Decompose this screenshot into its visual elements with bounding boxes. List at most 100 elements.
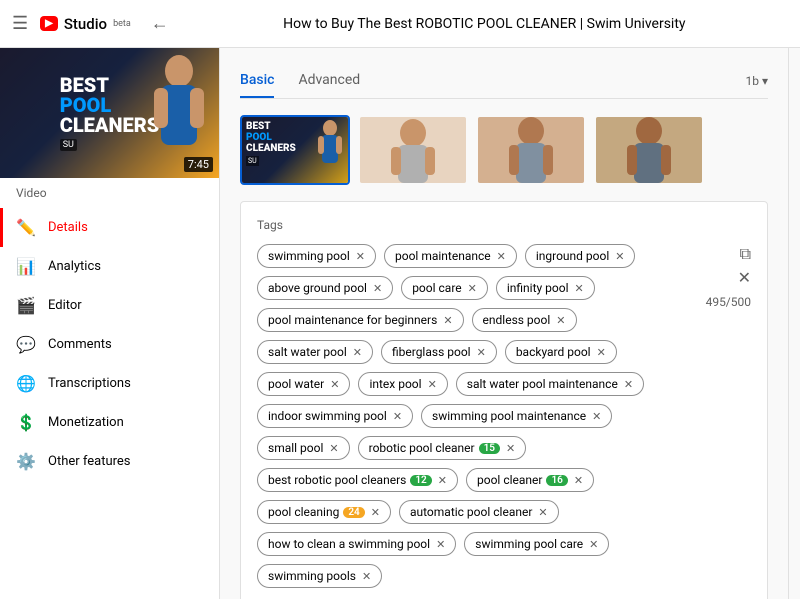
tag-text: swimming pool care <box>475 537 583 551</box>
tag-remove-button[interactable]: ✕ <box>575 282 584 295</box>
tag-item: small pool ✕ <box>257 436 350 460</box>
tag-remove-button[interactable]: ✕ <box>615 250 624 263</box>
thumbnail-4[interactable] <box>594 115 704 185</box>
tag-text: small pool <box>268 441 323 455</box>
page-title: How to Buy The Best ROBOTIC POOL CLEANER… <box>181 16 788 32</box>
tag-remove-button[interactable]: ✕ <box>597 346 606 359</box>
thumb-person-1 <box>316 119 344 175</box>
sidebar-editor-label: Editor <box>48 298 82 313</box>
analytics-icon: 📊 <box>16 257 36 276</box>
tag-text: pool cleaner <box>477 473 542 487</box>
sidebar-item-monetization[interactable]: 💲 Monetization <box>0 403 219 442</box>
tag-item: above ground pool ✕ <box>257 276 393 300</box>
tag-remove-button[interactable]: ✕ <box>353 346 362 359</box>
details-icon: ✏️ <box>16 218 36 237</box>
tag-remove-button[interactable]: ✕ <box>624 378 633 391</box>
sidebar-comments-label: Comments <box>48 337 112 352</box>
sidebar-thumbnail: BEST POOL CLEANERS SU 7:45 <box>0 48 219 178</box>
tag-remove-button[interactable]: ✕ <box>438 474 447 487</box>
tag-item: fiberglass pool ✕ <box>381 340 497 364</box>
sidebar-monetization-label: Monetization <box>48 415 124 430</box>
tag-remove-button[interactable]: ✕ <box>428 378 437 391</box>
tag-remove-button[interactable]: ✕ <box>330 378 339 391</box>
tag-item: swimming pools✕ <box>257 564 382 588</box>
tag-remove-button[interactable]: ✕ <box>356 250 365 263</box>
tag-text: robotic pool cleaner <box>369 441 475 455</box>
tag-text: pool care <box>412 281 461 295</box>
tag-remove-button[interactable]: ✕ <box>436 538 445 551</box>
clear-tags-button[interactable]: ✕ <box>738 268 751 287</box>
tag-remove-button[interactable]: ✕ <box>506 442 515 455</box>
tag-text: swimming pool <box>268 249 350 263</box>
monetization-icon: 💲 <box>16 413 36 432</box>
sidebar-item-details[interactable]: ✏️ Details <box>0 208 219 247</box>
hamburger-icon[interactable]: ☰ <box>12 13 28 34</box>
tabs-more-button[interactable]: 1b ▾ <box>746 74 768 88</box>
thumbnail-1[interactable]: BESTPOOLCLEANERS SU <box>240 115 350 185</box>
tags-header: swimming pool ✕ pool maintenance ✕ inground … <box>257 244 751 588</box>
tags-label: Tags <box>257 218 751 232</box>
tag-text: swimming pool maintenance <box>432 409 586 423</box>
tag-item: pool water✕ <box>257 372 350 396</box>
tag-text: inground pool <box>536 249 609 263</box>
youtube-logo <box>40 16 58 31</box>
tag-remove-button[interactable]: ✕ <box>371 506 380 519</box>
app-header: ☰ Studio beta ← How to Buy The Best ROBOT… <box>0 0 800 48</box>
sidebar-item-comments[interactable]: 💬 Comments <box>0 325 219 364</box>
main-layout: BEST POOL CLEANERS SU 7:45 Video ✏️ <box>0 48 800 599</box>
tags-count: 495/500 <box>706 295 751 309</box>
sidebar-item-analytics[interactable]: 📊 Analytics <box>0 247 219 286</box>
tag-item: salt water pool maintenance✕ <box>456 372 644 396</box>
tag-remove-button[interactable]: ✕ <box>592 410 601 423</box>
tag-remove-button[interactable]: ✕ <box>497 250 506 263</box>
tag-text: intex pool <box>369 377 421 391</box>
tag-item: pool maintenance for beginners✕ <box>257 308 464 332</box>
thumb-person-3 <box>506 117 556 183</box>
tag-remove-button[interactable]: ✕ <box>538 506 547 519</box>
tag-text: pool maintenance <box>395 249 491 263</box>
video-duration: 7:45 <box>184 157 213 172</box>
tag-item: pool care ✕ <box>401 276 488 300</box>
studio-label: Studio <box>64 15 107 33</box>
sidebar-item-editor[interactable]: 🎬 Editor <box>0 286 219 325</box>
tag-text: automatic pool cleaner <box>410 505 532 519</box>
tag-text: best robotic pool cleaners <box>268 473 406 487</box>
sidebar: BEST POOL CLEANERS SU 7:45 Video ✏️ <box>0 48 220 599</box>
tag-remove-button[interactable]: ✕ <box>477 346 486 359</box>
tag-badge: 16 <box>546 475 567 486</box>
thumbnail-3[interactable] <box>476 115 586 185</box>
sidebar-details-label: Details <box>48 220 88 235</box>
tag-item: backyard pool✕ <box>505 340 617 364</box>
sidebar-item-other[interactable]: ⚙️ Other features <box>0 442 219 481</box>
tag-text: above ground pool <box>268 281 367 295</box>
tag-item: endless pool✕ <box>472 308 577 332</box>
person-silhouette <box>149 53 209 173</box>
tag-item: swimming pool care ✕ <box>464 532 609 556</box>
thumb-cleaners: CLEANERS <box>60 115 160 135</box>
tag-text: fiberglass pool <box>392 345 471 359</box>
tag-remove-button[interactable]: ✕ <box>589 538 598 551</box>
thumbnail-2[interactable] <box>358 115 468 185</box>
tag-remove-button[interactable]: ✕ <box>443 314 452 327</box>
tab-basic[interactable]: Basic <box>240 64 274 98</box>
tag-remove-button[interactable]: ✕ <box>373 282 382 295</box>
beta-label: beta <box>113 19 131 29</box>
tag-remove-button[interactable]: ✕ <box>393 410 402 423</box>
tag-remove-button[interactable]: ✕ <box>329 442 338 455</box>
tags-container: swimming pool ✕ pool maintenance ✕ inground … <box>257 244 698 588</box>
tag-remove-button[interactable]: ✕ <box>574 474 583 487</box>
tags-section: Tags swimming pool ✕ pool maintenance ✕ ingr… <box>240 201 768 599</box>
copy-tags-button[interactable]: ⧉ <box>740 244 751 264</box>
tag-item: robotic pool cleaner15✕ <box>358 436 527 460</box>
tag-remove-button[interactable]: ✕ <box>556 314 565 327</box>
back-button[interactable]: ← <box>151 13 169 34</box>
tab-advanced[interactable]: Advanced <box>298 64 360 98</box>
tag-item: intex pool ✕ <box>358 372 447 396</box>
tag-remove-button[interactable]: ✕ <box>468 282 477 295</box>
tag-text: infinity pool <box>507 281 569 295</box>
sidebar-other-label: Other features <box>48 454 131 469</box>
sidebar-item-transcriptions[interactable]: 🌐 Transcriptions <box>0 364 219 403</box>
tag-remove-button[interactable]: ✕ <box>362 570 371 583</box>
tag-item: swimming pool ✕ <box>257 244 376 268</box>
tag-item: best robotic pool cleaners12✕ <box>257 468 458 492</box>
